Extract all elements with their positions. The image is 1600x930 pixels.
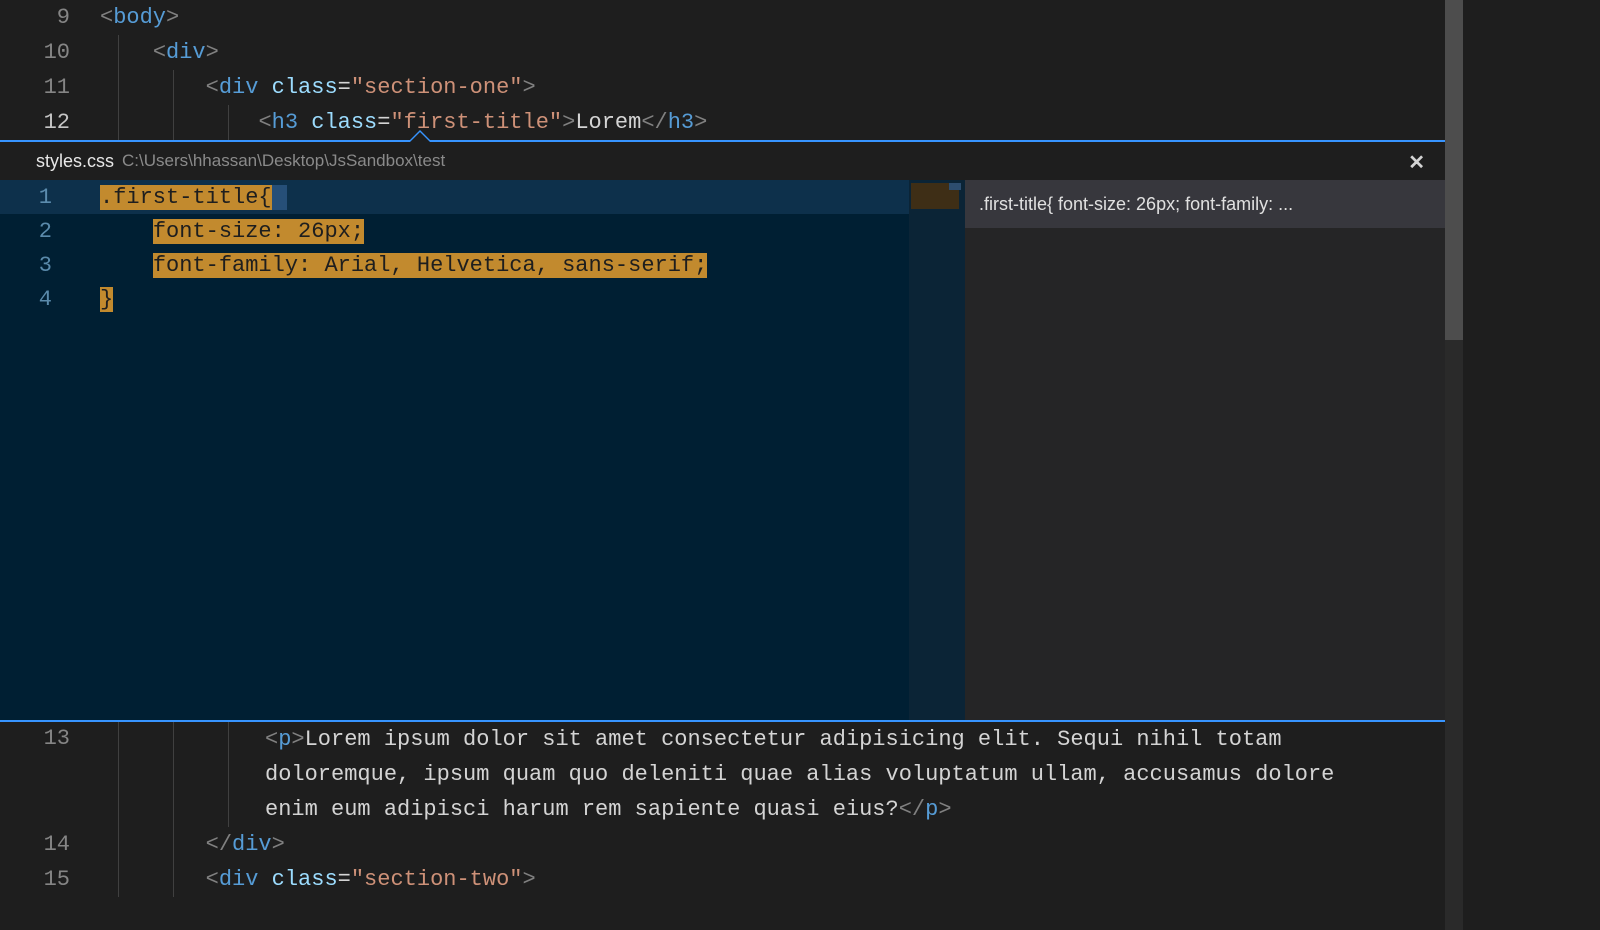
code-line[interactable]: 15 <div class="section-two"> <box>0 862 1445 897</box>
line-number: 15 <box>0 867 100 892</box>
line-number: 14 <box>0 832 100 857</box>
editor-root: 9<body>10 <div>11 <div class="section-on… <box>0 0 1445 930</box>
code-line[interactable]: 11 <div class="section-one"> <box>0 70 1445 105</box>
indent-guide <box>118 827 119 862</box>
line-number: 4 <box>0 287 100 312</box>
indent-guide <box>118 862 119 897</box>
line-number: 9 <box>0 5 100 30</box>
peek-code-line[interactable]: 3 font-family: Arial, Helvetica, sans-se… <box>0 248 909 282</box>
indent-guide <box>118 105 119 140</box>
line-number: 1 <box>0 185 100 210</box>
indent-guide <box>228 722 229 827</box>
peek-result-text: .first-title{ font-size: 26px; font-fami… <box>979 194 1293 215</box>
indent-guide <box>118 722 119 827</box>
peek-sash[interactable] <box>425 180 429 720</box>
code-line[interactable]: 13<p>Lorem ipsum dolor sit amet consecte… <box>0 722 1445 827</box>
line-number: 3 <box>0 253 100 278</box>
code-line[interactable]: 14 </div> <box>0 827 1445 862</box>
line-number: 10 <box>0 40 100 65</box>
peek-code-line[interactable]: 4} <box>0 282 909 316</box>
indent-guide <box>173 722 174 827</box>
peek-editor[interactable]: 1.first-title{ 2 font-size: 26px;3 font-… <box>0 180 909 720</box>
peek-file-name: styles.css <box>36 151 114 172</box>
code-line[interactable]: 12 <h3 class="first-title">Lorem</h3> <box>0 105 1445 140</box>
peek-header: styles.css C:\Users\hhassan\Desktop\JsSa… <box>0 142 1445 180</box>
indent-guide <box>173 70 174 105</box>
line-number: 2 <box>0 219 100 244</box>
vertical-scrollbar[interactable] <box>1445 0 1463 930</box>
indent-guide <box>173 827 174 862</box>
line-number: 12 <box>0 110 100 135</box>
indent-guide <box>228 105 229 140</box>
indent-guide <box>173 862 174 897</box>
minimap-selection <box>949 183 961 190</box>
peek-result-item[interactable]: .first-title{ font-size: 26px; font-fami… <box>965 180 1445 228</box>
indent-guide <box>118 35 119 70</box>
peek-body: 1.first-title{ 2 font-size: 26px;3 font-… <box>0 180 1445 720</box>
peek-minimap[interactable] <box>909 180 965 720</box>
scrollbar-thumb[interactable] <box>1445 0 1463 340</box>
line-number: 11 <box>0 75 100 100</box>
peek-view: styles.css C:\Users\hhassan\Desktop\JsSa… <box>0 140 1445 722</box>
top-code-block[interactable]: 9<body>10 <div>11 <div class="section-on… <box>0 0 1445 140</box>
peek-file-path: C:\Users\hhassan\Desktop\JsSandbox\test <box>122 151 445 171</box>
code-line[interactable]: 9<body> <box>0 0 1445 35</box>
close-icon[interactable]: ✕ <box>1408 150 1425 175</box>
peek-code-line[interactable]: 1.first-title{ <box>0 180 909 214</box>
indent-guide <box>118 70 119 105</box>
peek-results-list[interactable]: .first-title{ font-size: 26px; font-fami… <box>965 180 1445 720</box>
bottom-code-block[interactable]: 13<p>Lorem ipsum dolor sit amet consecte… <box>0 722 1445 897</box>
indent-guide <box>173 105 174 140</box>
line-number: 13 <box>0 722 100 751</box>
peek-code-line[interactable]: 2 font-size: 26px; <box>0 214 909 248</box>
peek-arrow-icon <box>408 130 432 142</box>
code-line[interactable]: 10 <div> <box>0 35 1445 70</box>
